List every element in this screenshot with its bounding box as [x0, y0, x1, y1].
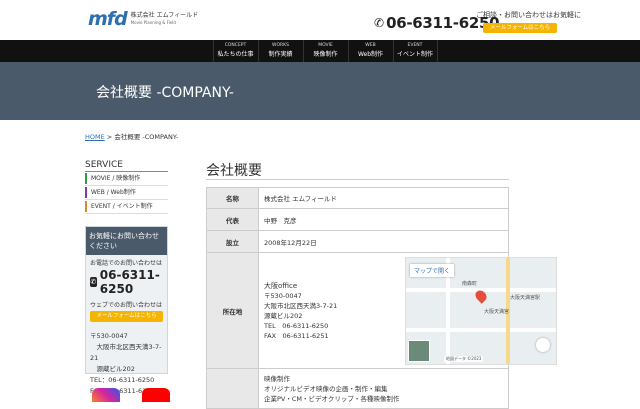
- map-road: [406, 328, 556, 332]
- nav-en: CONCEPT: [224, 43, 247, 48]
- logo-tagline: Movie Planning & Field: [130, 20, 176, 25]
- nav-event[interactable]: EVENT イベント制作: [392, 40, 438, 62]
- hero-title: 会社概要 -COMPANY-: [96, 85, 234, 101]
- table-row: 映像制作 オリジナルビデオ映像の企画・制作・編集 企業PV・CM・ビデオクリップ…: [206, 368, 509, 409]
- breadcrumb-current: 会社概要 -COMPANY-: [114, 133, 179, 141]
- sidebar-item-event[interactable]: EVENT / イベント制作: [85, 200, 168, 214]
- nav-works[interactable]: WORKS 制作実績: [257, 40, 303, 62]
- map-zoom-control-icon[interactable]: [536, 338, 550, 352]
- logo-company: 株式会社 エムフィールド: [130, 12, 199, 19]
- map-open-button[interactable]: マップで開く: [410, 264, 455, 277]
- nav-jp: 私たちの仕事: [217, 51, 254, 58]
- office-map[interactable]: マップで開く 南森町 大阪天満宮 大阪天満宮駅 地図データ ©2023: [405, 257, 557, 365]
- global-nav: CONCEPT 私たちの仕事 WORKS 制作実績 MOVIE 映像制作 WEB Web…: [0, 40, 640, 62]
- phone-icon: ✆: [374, 16, 385, 30]
- map-label: 大阪天満宮駅: [510, 295, 541, 301]
- map-label: 南森町: [462, 281, 478, 287]
- logo-text: 株式会社 エムフィールド Movie Planning & Field: [131, 13, 198, 25]
- contact-heading: お気軽にお問い合わせください: [86, 227, 167, 255]
- breadcrumb-separator: >: [104, 133, 115, 141]
- row-value: 大阪office 〒530-0047 大阪市北区西天満3-7-21 源蔵ビル20…: [258, 252, 557, 369]
- nav-en: WEB: [365, 43, 376, 48]
- table-row: 代表 中野 克彦: [206, 208, 509, 231]
- map-satellite-thumbnail[interactable]: [408, 340, 430, 362]
- contact-phone-label: お電話でのお問い合わせは: [90, 260, 163, 267]
- contact-box: お気軽にお問い合わせください お電話でのお問い合わせは ✆ 06-6311-62…: [85, 226, 168, 395]
- site-logo[interactable]: mfd 株式会社 エムフィールド Movie Planning & Field: [88, 8, 198, 30]
- nav-jp: イベント制作: [396, 51, 433, 58]
- nav-en: WORKS: [272, 43, 289, 48]
- sidebar-item-web[interactable]: WEB / Web制作: [85, 186, 168, 200]
- row-key: 所在地: [206, 252, 259, 369]
- sidebar: SERVICE MOVIE / 映像制作 WEB / Web制作 EVENT /…: [85, 160, 168, 214]
- nav-jp: Web制作: [357, 51, 384, 58]
- row-key: 代表: [206, 208, 259, 231]
- row-key: 設立: [206, 230, 259, 253]
- nav-concept[interactable]: CONCEPT 私たちの仕事: [212, 40, 258, 62]
- map-label: 大阪天満宮: [484, 309, 510, 315]
- main-title: 会社概要: [206, 163, 262, 179]
- table-row: 名称 株式会社 エムフィールド: [206, 187, 509, 209]
- contact-web-label: ウェブでのお問い合わせは: [90, 302, 163, 309]
- header-phone[interactable]: ✆ 06-6311-6250: [374, 14, 500, 32]
- nav-web[interactable]: WEB Web制作: [347, 40, 393, 62]
- map-footer: 地図データ ©2023: [444, 356, 484, 362]
- title-divider: [206, 179, 509, 180]
- phone-icon: ✆: [90, 277, 97, 287]
- breadcrumb: HOME > 会社概要 -COMPANY-: [85, 131, 178, 141]
- table-row: 設立 2008年12月22日: [206, 230, 509, 253]
- company-info-table: 名称 株式会社 エムフィールド 代表 中野 克彦 設立 2008年12月22日 …: [206, 187, 557, 409]
- contact-mail-button[interactable]: メールフォームはこちら: [90, 311, 163, 322]
- site-header: mfd 株式会社 エムフィールド Movie Planning & Field …: [0, 0, 640, 40]
- page-hero: 会社概要 -COMPANY-: [0, 62, 640, 120]
- contact-phone-number: 06-6311-6250: [99, 268, 160, 296]
- table-row: 所在地 大阪office 〒530-0047 大阪市北区西天満3-7-21 源蔵…: [206, 252, 557, 369]
- row-value: 2008年12月22日: [258, 230, 509, 253]
- sidebar-item-movie[interactable]: MOVIE / 映像制作: [85, 172, 168, 186]
- header-mail-button[interactable]: メールフォームはこちら: [483, 23, 557, 33]
- row-value: 映像制作 オリジナルビデオ映像の企画・制作・編集 企業PV・CM・ビデオクリップ…: [258, 368, 509, 409]
- contact-phone[interactable]: ✆ 06-6311-6250: [86, 267, 167, 297]
- business-line: 映像制作: [264, 375, 290, 383]
- row-value: 中野 克彦: [258, 208, 509, 231]
- contact-address: 〒530-0047 大阪市北区西天満3-7-21 源蔵ビル202 TEL：06-…: [86, 324, 167, 397]
- nav-movie[interactable]: MOVIE 映像制作: [302, 40, 348, 62]
- row-key: [206, 368, 259, 409]
- row-key: 名称: [206, 187, 259, 209]
- nav-en: MOVIE: [318, 43, 333, 48]
- nav-jp: 制作実績: [268, 51, 293, 58]
- address-line: TEL：06-6311-6250: [90, 376, 155, 384]
- address-line: 大阪市北区西天満3-7-21: [90, 343, 162, 362]
- business-line: 企業PV・CM・ビデオクリップ・各種映像制作: [264, 395, 400, 403]
- nav-jp: 映像制作: [313, 51, 338, 58]
- business-line: オリジナルビデオ映像の企画・制作・編集: [264, 385, 388, 393]
- address-line: 源蔵ビル202: [90, 365, 135, 373]
- sidebar-title: SERVICE: [85, 160, 168, 172]
- breadcrumb-home-link[interactable]: HOME: [85, 133, 105, 141]
- nav-en: EVENT: [407, 43, 423, 48]
- row-value: 株式会社 エムフィールド: [258, 187, 509, 209]
- logo-mark: mfd: [88, 8, 128, 30]
- address-line: 〒530-0047: [90, 332, 128, 340]
